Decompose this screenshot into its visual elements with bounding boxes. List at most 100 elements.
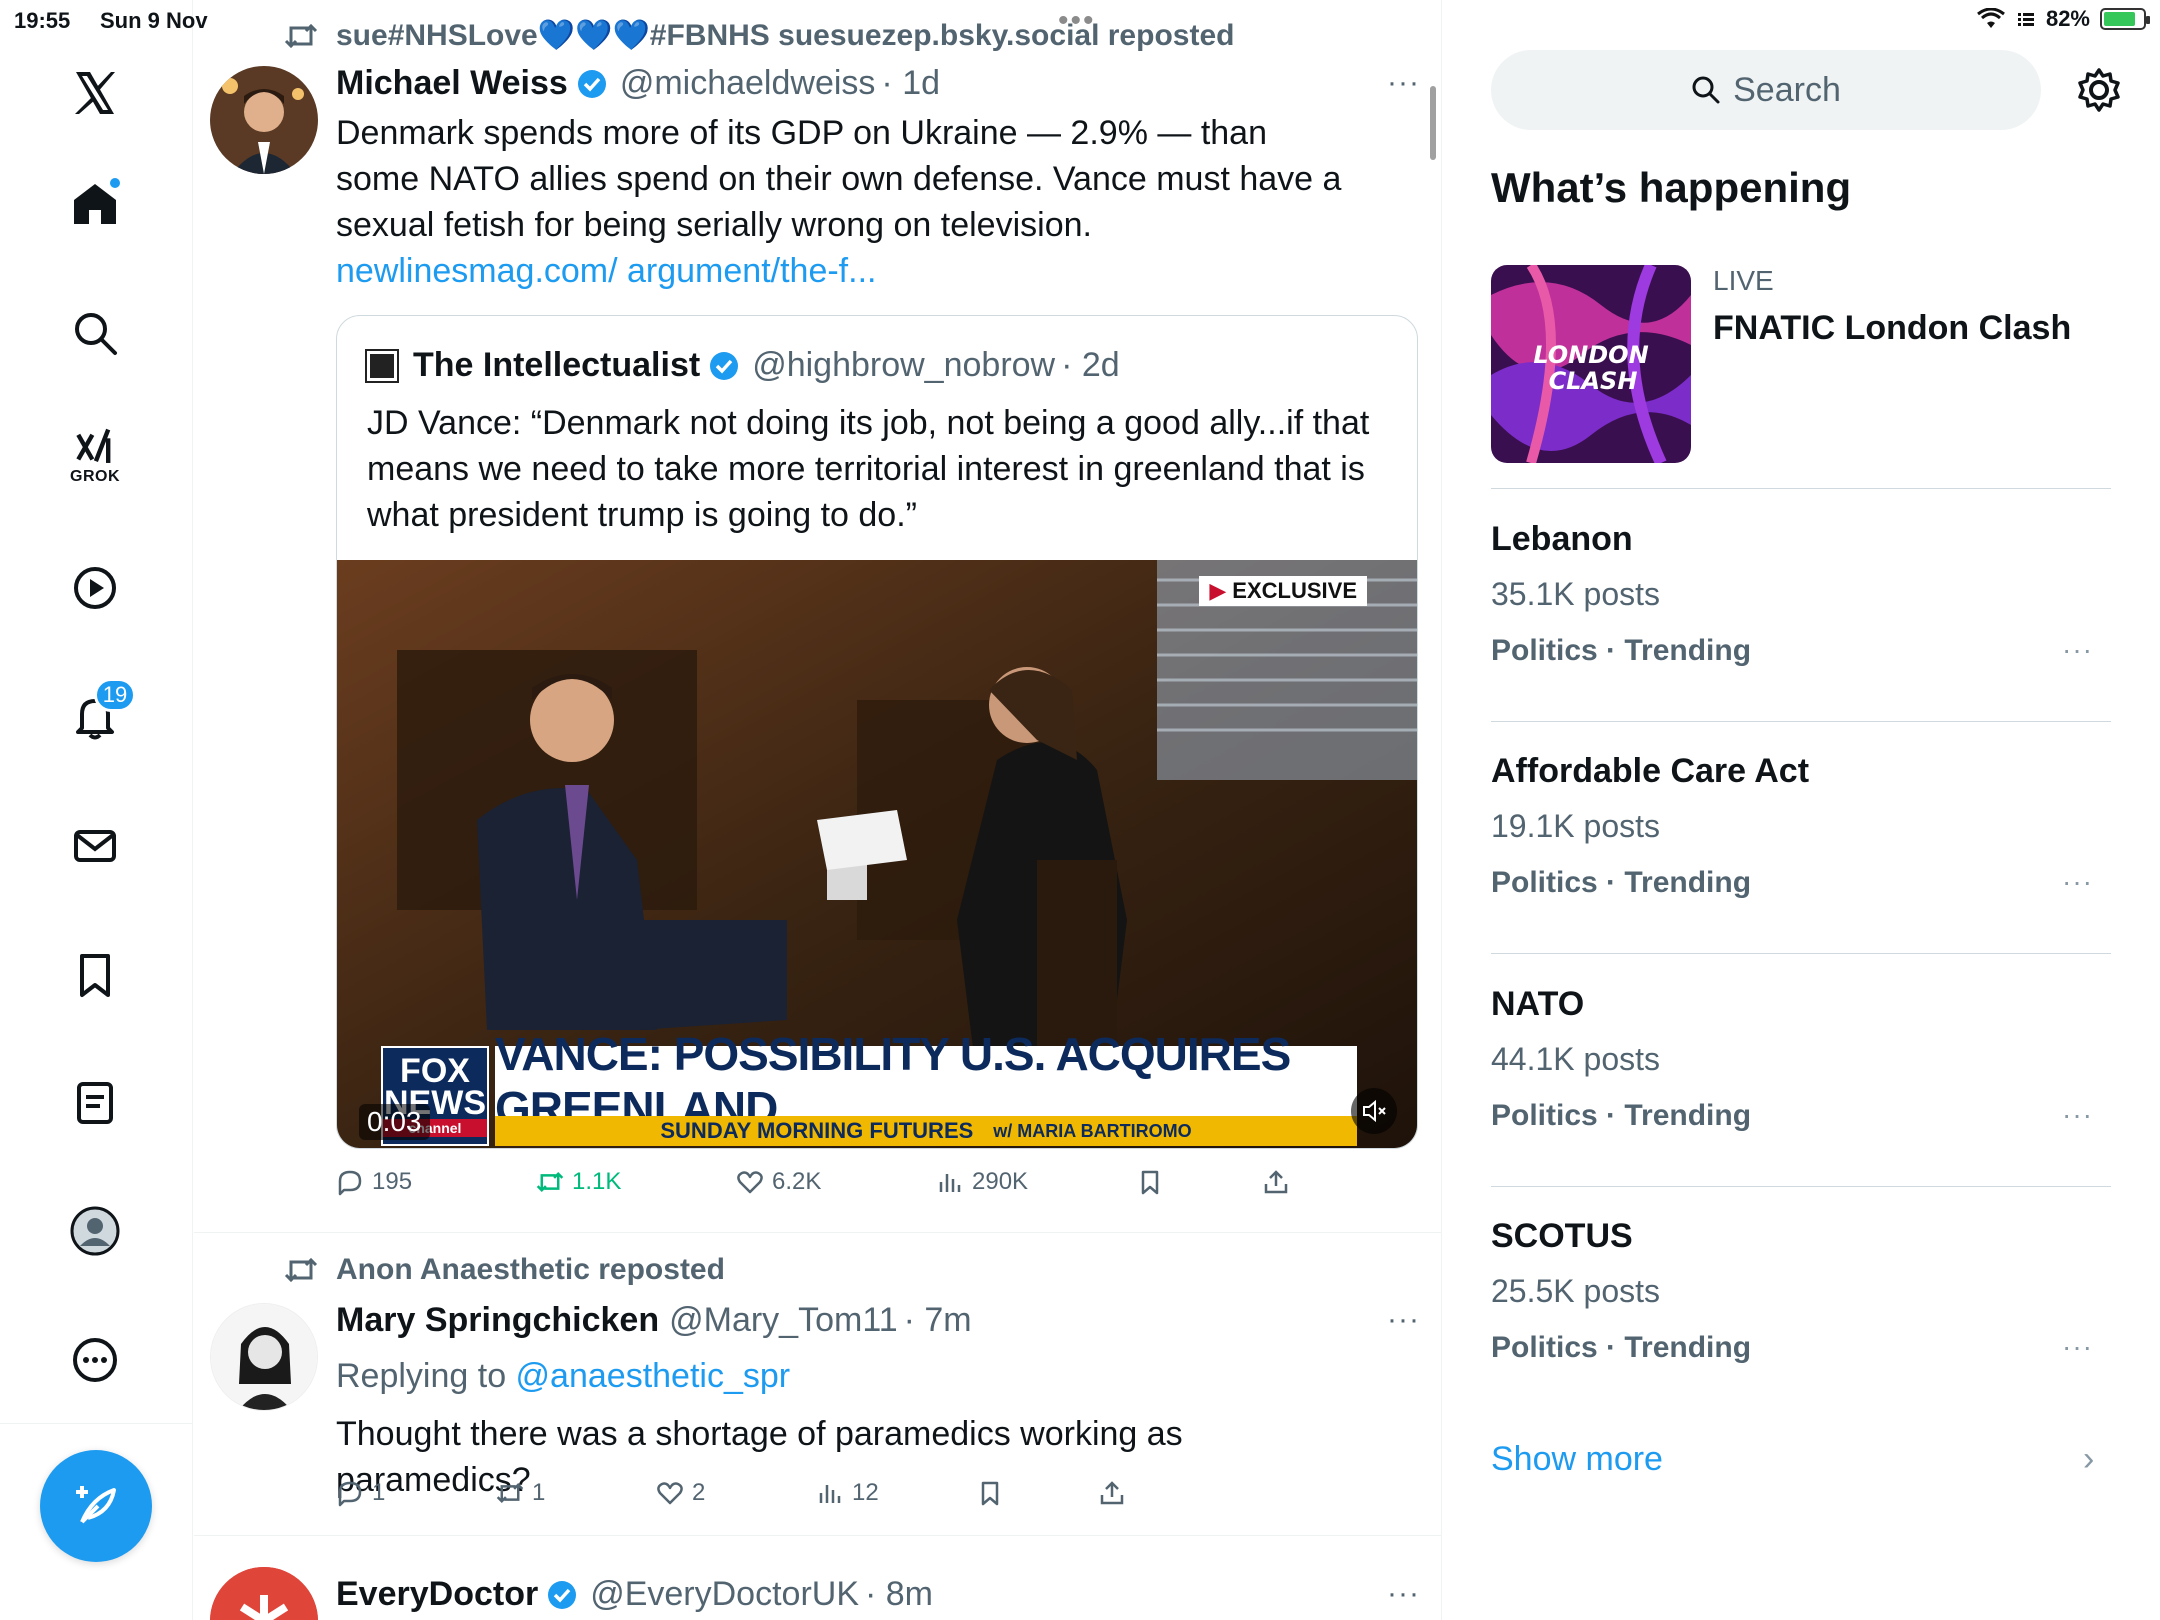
video-player[interactable]: ▶ EXCLUSIVE FOX NEWS channel VANCE: POSSI…	[337, 560, 1417, 1148]
speaker-muted-icon	[1363, 1099, 1386, 1123]
x-logo[interactable]	[52, 50, 138, 136]
battery-fill	[2104, 12, 2135, 26]
avatar	[70, 1206, 120, 1256]
nav-bookmarks[interactable]	[52, 932, 138, 1018]
author-name[interactable]: EveryDoctor	[336, 1575, 538, 1614]
quote-time[interactable]: · 2d	[1061, 346, 1120, 385]
show-more-link[interactable]: Show more	[1491, 1440, 1663, 1479]
views-count: 290K	[972, 1168, 1029, 1195]
author-handle[interactable]: @EveryDoctorUK	[590, 1575, 859, 1614]
reply-count: 195	[372, 1168, 413, 1195]
bookmark-button[interactable]	[1136, 1168, 1164, 1196]
nav-messages[interactable]	[52, 803, 138, 889]
trend-item[interactable]: SCOTUS 25.5K posts Politics · Trending ·…	[1491, 1187, 2111, 1419]
trend-name: SCOTUS	[1491, 1217, 1633, 1255]
settings-button[interactable]	[2071, 62, 2127, 118]
timeline[interactable]: sue#NHSLove💙💙💙#FBNHS suesuezep.bsky.soci…	[194, 0, 1442, 1620]
repost-by[interactable]: Anon Anaesthetic reposted	[336, 1253, 725, 1287]
mute-button[interactable]	[1351, 1088, 1397, 1134]
repost-button[interactable]: 1	[496, 1479, 545, 1507]
trend-more-button[interactable]: ···	[2062, 1331, 2093, 1363]
live-thumb-text-1: LONDON	[1533, 341, 1648, 369]
left-nav: GROK 19	[0, 0, 193, 1620]
tweet[interactable]: sue#NHSLove💙💙💙#FBNHS suesuezep.bsky.soci…	[194, 0, 1441, 1233]
tweet-link[interactable]: newlinesmag.com/ argument/the-f...	[336, 252, 876, 290]
nav-profile[interactable]	[52, 1188, 138, 1274]
chyron-sub: SUNDAY MORNING FUTURES w/ MARIA BARTIROM…	[495, 1116, 1357, 1146]
avatar[interactable]	[210, 1303, 318, 1411]
tweet-more-button[interactable]: ···	[1387, 1303, 1420, 1337]
trend-more-button[interactable]: ···	[2062, 866, 2093, 898]
search-icon	[1692, 76, 1720, 104]
mail-icon	[74, 830, 116, 862]
nav-more[interactable]	[52, 1317, 138, 1403]
nav-notifications[interactable]: 19	[52, 674, 138, 760]
share-button[interactable]	[1262, 1168, 1290, 1196]
tweet-more-button[interactable]: ···	[1387, 66, 1420, 100]
share-icon	[1264, 1170, 1288, 1194]
trend-name: Affordable Care Act	[1491, 752, 1810, 790]
nav-explore[interactable]	[52, 290, 138, 376]
compose-feather-icon	[76, 1486, 116, 1524]
like-button[interactable]: 2	[656, 1479, 705, 1507]
quote-text: JD Vance: “Denmark not doing its job, no…	[367, 404, 1370, 534]
nav-home[interactable]	[52, 160, 138, 246]
tweet[interactable]: EveryDoctor @EveryDoctorUK · 8m ···	[194, 1537, 1441, 1620]
author-handle[interactable]: @Mary_Tom11	[669, 1301, 898, 1340]
repost-count: 1	[532, 1479, 546, 1506]
compose-button[interactable]	[40, 1450, 152, 1562]
replying-to-handle[interactable]: @anaesthetic_spr	[516, 1357, 791, 1395]
quote-avatar[interactable]	[365, 348, 399, 383]
trend-more-button[interactable]: ···	[2062, 1099, 2093, 1131]
chyron-host: w/ MARIA BARTIROMO	[993, 1120, 1192, 1141]
views-button[interactable]: 290K	[936, 1168, 1028, 1196]
repost-line: Anon Anaesthetic reposted	[284, 1253, 725, 1287]
live-thumb-text-2: CLASH	[1549, 367, 1638, 395]
quote-author-name[interactable]: The Intellectualist	[413, 346, 700, 385]
tweet-time[interactable]: · 1d	[881, 64, 940, 103]
reply-button[interactable]: 195	[336, 1168, 412, 1196]
avatar[interactable]	[210, 66, 318, 174]
notifications-badge: 19	[94, 678, 136, 712]
search-input[interactable]: Search	[1491, 50, 2041, 130]
bookmark-button[interactable]	[976, 1479, 1004, 1507]
quoted-tweet[interactable]: The Intellectualist @highbrow_nobrow · 2…	[336, 315, 1418, 1149]
trend-category: Politics · Trending	[1491, 1331, 1752, 1364]
trend-count: 44.1K posts	[1491, 1041, 1660, 1077]
repost-icon	[536, 1172, 564, 1192]
like-button[interactable]: 6.2K	[736, 1168, 821, 1196]
multitask-dots[interactable]: •••	[1058, 4, 1096, 38]
nav-video[interactable]	[52, 545, 138, 631]
orientation-lock-icon	[2017, 13, 2034, 26]
trend-item[interactable]: NATO 44.1K posts Politics · Trending ···	[1491, 955, 2111, 1187]
trend-item[interactable]: Affordable Care Act 19.1K posts Politics…	[1491, 722, 2111, 954]
author-name[interactable]: Michael Weiss	[336, 64, 568, 103]
tweet-time[interactable]: · 8m	[865, 1575, 933, 1614]
author-handle[interactable]: @michaeldweiss	[620, 64, 876, 103]
repost-button[interactable]: 1.1K	[536, 1168, 621, 1196]
quote-author-handle[interactable]: @highbrow_nobrow	[752, 346, 1055, 385]
reply-button[interactable]: 1	[336, 1479, 385, 1507]
views-button[interactable]: 12	[816, 1479, 879, 1507]
avatar[interactable]	[210, 1567, 318, 1620]
live-event-card[interactable]: LONDON CLASH LIVE FNATIC London Clash	[1491, 265, 2111, 489]
author-name[interactable]: Mary Springchicken	[336, 1301, 659, 1340]
tweet-more-button[interactable]: ···	[1387, 1577, 1420, 1611]
quote-header: The Intellectualist @highbrow_nobrow · 2…	[365, 346, 1120, 385]
views-count: 12	[852, 1479, 879, 1506]
share-button[interactable]	[1098, 1479, 1126, 1507]
trend-name: Lebanon	[1491, 520, 1633, 558]
status-date: Sun 9 Nov	[100, 8, 208, 33]
repost-icon	[496, 1483, 524, 1503]
live-thumbnail-art: LONDON CLASH	[1491, 265, 1691, 463]
avatar-photo	[211, 1304, 317, 1410]
trend-item[interactable]: Lebanon 35.1K posts Politics · Trending …	[1491, 490, 2111, 722]
tweet-time[interactable]: · 7m	[904, 1301, 972, 1340]
status-time: 19:55	[14, 8, 71, 33]
avatar-photo	[210, 66, 318, 174]
trend-count: 19.1K posts	[1491, 808, 1660, 844]
nav-lists[interactable]	[52, 1060, 138, 1146]
nav-grok[interactable]: GROK	[52, 413, 138, 499]
tweet[interactable]: Anon Anaesthetic reposted Mary Springchi…	[194, 1233, 1441, 1536]
trend-more-button[interactable]: ···	[2062, 634, 2093, 666]
